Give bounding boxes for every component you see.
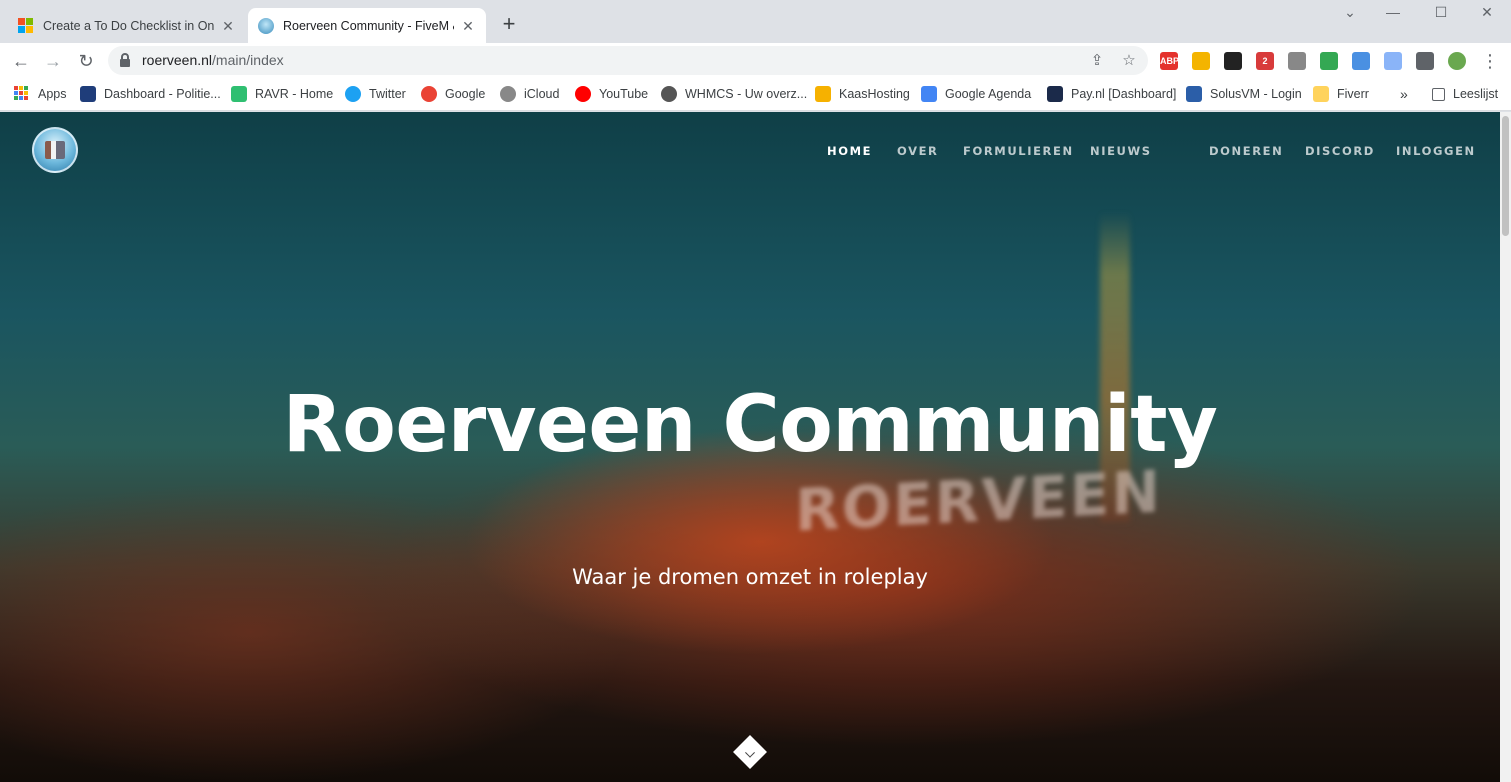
twitter-icon bbox=[345, 86, 361, 102]
apps-icon bbox=[14, 86, 30, 102]
bookmark-label: Google bbox=[445, 87, 486, 101]
new-tab-button[interactable]: + bbox=[498, 13, 520, 36]
youtube-icon bbox=[575, 86, 591, 102]
reload-button[interactable]: ↻ bbox=[73, 48, 99, 74]
tab-roerveen[interactable]: Roerveen Community - FiveM & ✕ bbox=[248, 8, 486, 43]
bookmark-label: KaasHosting bbox=[839, 87, 910, 101]
bookmark-label: Dashboard - Politie... bbox=[104, 87, 221, 101]
search-ext-icon[interactable] bbox=[1384, 52, 1402, 70]
dots-icon[interactable]: 2 bbox=[1256, 52, 1274, 70]
reading-list-label: Leeslijst bbox=[1453, 87, 1499, 101]
url-path: /main/index bbox=[212, 52, 284, 68]
tab-title: Create a To Do Checklist in OneN bbox=[43, 18, 214, 33]
tab-strip: Create a To Do Checklist in OneN ✕ Roerv… bbox=[0, 0, 1511, 43]
browser-window: Create a To Do Checklist in OneN ✕ Roerv… bbox=[0, 0, 1511, 782]
chart-ext-icon[interactable] bbox=[1352, 52, 1370, 70]
tab-search-icon[interactable]: ⌄ bbox=[1335, 4, 1365, 26]
bookmark-star-icon[interactable]: ☆ bbox=[1119, 51, 1139, 71]
bookmark-label: Apps bbox=[38, 87, 67, 101]
minimize-button[interactable]: — bbox=[1378, 4, 1408, 26]
bookmark-label: SolusVM - Login bbox=[1210, 87, 1302, 101]
bookmark-label: YouTube bbox=[599, 87, 649, 101]
google-agenda-icon bbox=[921, 86, 937, 102]
bookmark-youtube[interactable]: YouTube bbox=[575, 85, 648, 103]
bookmark-label: WHMCS - Uw overz... bbox=[685, 87, 808, 101]
scrollbar-thumb[interactable] bbox=[1502, 116, 1509, 236]
share-icon[interactable]: ⇪ bbox=[1087, 51, 1107, 71]
more-bookmarks-button[interactable]: » bbox=[1400, 85, 1408, 103]
lock-icon[interactable] bbox=[120, 53, 130, 67]
bookmark-fiverr[interactable]: Fiverr bbox=[1313, 85, 1369, 103]
bookmark-ravr-home[interactable]: RAVR - Home bbox=[231, 85, 333, 103]
bookmark-google-agenda[interactable]: Google Agenda bbox=[921, 85, 1031, 103]
url-text[interactable]: roerveen.nl/main/index bbox=[142, 52, 284, 68]
hillside-sign: ROERVEEN bbox=[795, 457, 1162, 545]
nav-nieuws[interactable]: NIEUWS bbox=[1090, 144, 1152, 158]
bookmarks-bar: Apps Dashboard - Politie... RAVR - Home Twi… bbox=[0, 78, 1511, 111]
bookmark-icloud[interactable]: iCloud bbox=[500, 85, 559, 103]
nav-doneren[interactable]: DONEREN bbox=[1209, 144, 1283, 158]
close-tab-icon[interactable]: ✕ bbox=[220, 18, 236, 34]
bookmark-apps[interactable]: Apps bbox=[14, 85, 67, 103]
hero-subtitle: Waar je dromen omzet in roleplay bbox=[572, 565, 928, 589]
browser-menu-icon[interactable]: ⋮ bbox=[1477, 48, 1503, 74]
bookmark-solusvm[interactable]: SolusVM - Login bbox=[1186, 85, 1302, 103]
back-button[interactable]: ← bbox=[8, 48, 34, 74]
color-wheel-icon[interactable] bbox=[1320, 52, 1338, 70]
microsoft-icon bbox=[18, 17, 34, 34]
bookmark-twitter[interactable]: Twitter bbox=[345, 85, 406, 103]
nav-formulieren[interactable]: FORMULIEREN bbox=[963, 144, 1074, 158]
puzzle-icon[interactable] bbox=[1416, 52, 1434, 70]
site-logo[interactable] bbox=[32, 127, 78, 173]
kaashosting-icon bbox=[815, 86, 831, 102]
gear-ext-icon[interactable] bbox=[1288, 52, 1306, 70]
whmcs-icon bbox=[661, 86, 677, 102]
bookmark-label: iCloud bbox=[524, 87, 560, 101]
tab-title: Roerveen Community - FiveM & bbox=[283, 18, 454, 33]
dashboard-politie-icon bbox=[80, 86, 96, 102]
nav-inloggen[interactable]: INLOGGEN bbox=[1396, 144, 1476, 158]
bookmark-label: Google Agenda bbox=[945, 87, 1032, 101]
google-icon bbox=[421, 86, 437, 102]
reading-list-icon bbox=[1432, 87, 1445, 101]
reading-list-button[interactable]: Leeslijst bbox=[1432, 85, 1498, 103]
tab-onenote[interactable]: Create a To Do Checklist in OneN ✕ bbox=[8, 8, 246, 43]
bookmark-pay-nl[interactable]: Pay.nl [Dashboard] bbox=[1047, 85, 1176, 103]
bookmark-whmcs[interactable]: WHMCS - Uw overz... bbox=[661, 85, 807, 103]
bookmark-label: RAVR - Home bbox=[255, 87, 334, 101]
bookmark-label: Fiverr bbox=[1337, 87, 1369, 101]
tampermonkey-icon[interactable] bbox=[1224, 52, 1242, 70]
address-bar[interactable]: roerveen.nl/main/index ⇪ ☆ bbox=[108, 46, 1148, 75]
hero-title: Roerveen Community bbox=[282, 380, 1218, 470]
bookmark-dashboard-politie[interactable]: Dashboard - Politie... bbox=[80, 85, 221, 103]
page-scrollbar[interactable] bbox=[1500, 112, 1511, 782]
close-window-button[interactable]: ✕ bbox=[1472, 4, 1502, 26]
forward-button[interactable]: → bbox=[40, 48, 66, 74]
abp-icon[interactable]: ABP bbox=[1160, 52, 1179, 70]
roerveen-favicon-icon bbox=[258, 17, 274, 34]
maximize-button[interactable]: ☐ bbox=[1426, 4, 1456, 26]
pay-nl-icon bbox=[1047, 86, 1063, 102]
hero-section: ROERVEEN HOME OVER FORMULIEREN NIEUWS DO… bbox=[0, 112, 1500, 782]
nav-home[interactable]: HOME bbox=[827, 144, 872, 158]
close-tab-icon[interactable]: ✕ bbox=[460, 18, 476, 34]
bookmark-kaashosting[interactable]: KaasHosting bbox=[815, 85, 910, 103]
url-host: roerveen.nl bbox=[142, 52, 213, 68]
stack-icon[interactable] bbox=[1192, 52, 1210, 70]
bookmark-google[interactable]: Google bbox=[421, 85, 485, 103]
solusvm-icon bbox=[1186, 86, 1202, 102]
profile-icon[interactable] bbox=[1448, 52, 1466, 70]
nav-over[interactable]: OVER bbox=[897, 144, 938, 158]
bookmark-label: Pay.nl [Dashboard] bbox=[1071, 87, 1177, 101]
fiverr-icon bbox=[1313, 86, 1329, 102]
nav-discord[interactable]: DISCORD bbox=[1305, 144, 1375, 158]
scroll-down-icon[interactable] bbox=[733, 735, 767, 769]
icloud-icon bbox=[500, 86, 516, 102]
browser-toolbar: ← → ↻ roerveen.nl/main/index ⇪ ☆ ABP 2 ⋮ bbox=[0, 43, 1511, 78]
bookmark-label: Twitter bbox=[369, 87, 406, 101]
ravr-home-icon bbox=[231, 86, 247, 102]
